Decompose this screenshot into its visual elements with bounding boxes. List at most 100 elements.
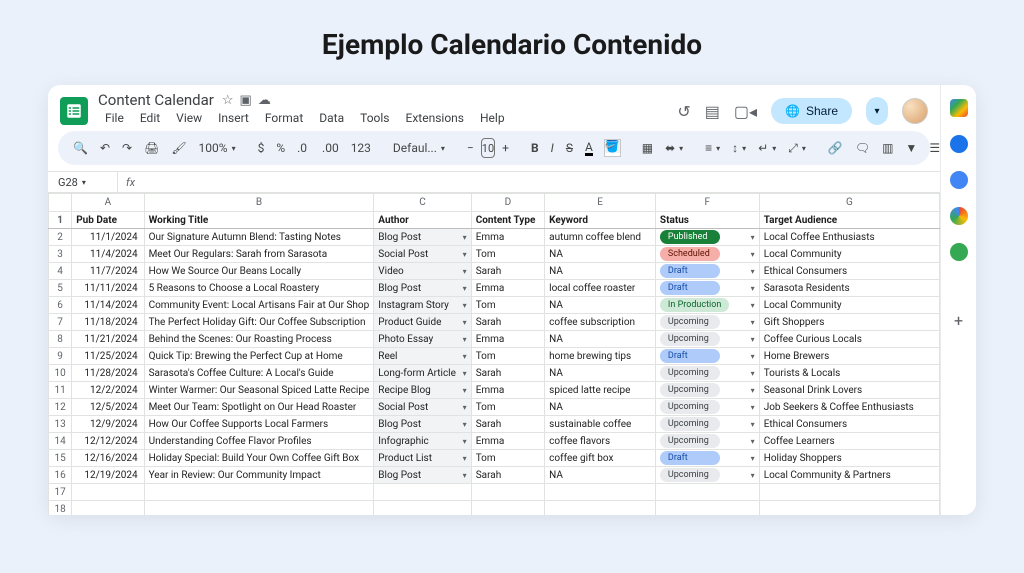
meet-icon[interactable]: ▢◂ <box>734 102 757 121</box>
menu-data[interactable]: Data <box>312 109 351 127</box>
maps-addon-icon[interactable] <box>950 243 968 261</box>
cell-title[interactable]: Holiday Special: Build Your Own Coffee G… <box>144 450 374 467</box>
cell-title[interactable]: The Perfect Holiday Gift: Our Coffee Sub… <box>144 314 374 331</box>
cell-status-dropdown[interactable]: Upcoming <box>655 399 759 416</box>
cell-status-dropdown[interactable]: Scheduled <box>655 246 759 263</box>
row-header[interactable]: 9 <box>49 348 72 365</box>
cell-content-type[interactable]: Sarah <box>471 416 544 433</box>
name-box[interactable]: G28 ▾ <box>48 172 118 192</box>
cell-status-dropdown[interactable]: Upcoming <box>655 331 759 348</box>
cell-pubdate[interactable]: 11/14/2024 <box>72 297 144 314</box>
cell-status-dropdown[interactable]: Upcoming <box>655 467 759 484</box>
undo-icon[interactable]: ↶ <box>95 137 115 159</box>
header-cell-b[interactable]: Working Title <box>144 212 374 229</box>
cell-pubdate[interactable]: 12/2/2024 <box>72 382 144 399</box>
cell-author-dropdown[interactable]: Long-form Article <box>374 365 471 382</box>
cell-content-type[interactable]: Sarah <box>471 263 544 280</box>
merge-icon[interactable]: ⬌ <box>660 137 688 159</box>
cell-author-dropdown[interactable]: Instagram Story <box>374 297 471 314</box>
row-header[interactable]: 13 <box>49 416 72 433</box>
row-header[interactable]: 5 <box>49 280 72 297</box>
fill-color-icon[interactable]: 🪣 <box>600 136 625 160</box>
empty-cell[interactable] <box>471 501 544 516</box>
cell-content-type[interactable]: Tom <box>471 399 544 416</box>
cell-content-type[interactable]: Tom <box>471 348 544 365</box>
cell-keyword[interactable]: local coffee roaster <box>545 280 656 297</box>
cell-status-dropdown[interactable]: Draft <box>655 348 759 365</box>
move-icon[interactable]: ▣ <box>240 93 252 108</box>
chart-icon[interactable]: ▥ <box>877 137 898 159</box>
increase-fontsize-icon[interactable]: + <box>497 137 514 159</box>
increase-decimal-icon[interactable]: .00 <box>317 137 344 159</box>
cell-status-dropdown[interactable]: Draft <box>655 280 759 297</box>
cell-pubdate[interactable]: 11/7/2024 <box>72 263 144 280</box>
cell-keyword[interactable]: NA <box>545 467 656 484</box>
cell-keyword[interactable]: NA <box>545 365 656 382</box>
empty-cell[interactable] <box>374 484 471 501</box>
cell-title[interactable]: Year in Review: Our Community Impact <box>144 467 374 484</box>
cell-pubdate[interactable]: 11/25/2024 <box>72 348 144 365</box>
cell-author-dropdown[interactable]: Reel <box>374 348 471 365</box>
cell-audience[interactable]: Holiday Shoppers <box>759 450 939 467</box>
header-cell-c[interactable]: Author <box>374 212 471 229</box>
cell-keyword[interactable]: coffee subscription <box>545 314 656 331</box>
cell-pubdate[interactable]: 11/1/2024 <box>72 229 144 246</box>
cell-audience[interactable]: Local Coffee Enthusiasts <box>759 229 939 246</box>
currency-icon[interactable]: $ <box>253 137 270 159</box>
cell-pubdate[interactable]: 11/21/2024 <box>72 331 144 348</box>
cell-content-type[interactable]: Sarah <box>471 467 544 484</box>
formula-input[interactable] <box>143 172 940 192</box>
contacts-addon-icon[interactable] <box>950 207 968 225</box>
cell-audience[interactable]: Home Brewers <box>759 348 939 365</box>
print-icon[interactable]: 🖨 <box>139 137 164 159</box>
sheets-app-icon[interactable] <box>60 97 88 125</box>
link-icon[interactable]: 🔗 <box>823 137 848 159</box>
cell-title[interactable]: Meet Our Team: Spotlight on Our Head Roa… <box>144 399 374 416</box>
cell-keyword[interactable]: sustainable coffee <box>545 416 656 433</box>
cell-title[interactable]: Understanding Coffee Flavor Profiles <box>144 433 374 450</box>
row-header[interactable]: 12 <box>49 399 72 416</box>
menu-tools[interactable]: Tools <box>353 109 396 127</box>
strikethrough-icon[interactable]: S <box>561 137 578 159</box>
empty-cell[interactable] <box>655 501 759 516</box>
cell-audience[interactable]: Gift Shoppers <box>759 314 939 331</box>
cell-audience[interactable]: Ethical Consumers <box>759 416 939 433</box>
menu-insert[interactable]: Insert <box>211 109 256 127</box>
borders-icon[interactable]: ▦ <box>637 137 658 159</box>
column-header-G[interactable]: G <box>759 194 939 212</box>
wrap-icon[interactable]: ↵ <box>753 137 781 159</box>
cell-pubdate[interactable]: 12/9/2024 <box>72 416 144 433</box>
cell-keyword[interactable]: autumn coffee blend <box>545 229 656 246</box>
row-header[interactable]: 4 <box>49 263 72 280</box>
font-dropdown[interactable]: Defaul... <box>388 137 450 159</box>
cell-status-dropdown[interactable]: Upcoming <box>655 433 759 450</box>
cell-title[interactable]: 5 Reasons to Choose a Local Roastery <box>144 280 374 297</box>
account-avatar[interactable] <box>902 98 928 124</box>
cell-keyword[interactable]: coffee flavors <box>545 433 656 450</box>
cell-title[interactable]: Meet Our Regulars: Sarah from Sarasota <box>144 246 374 263</box>
menu-file[interactable]: File <box>98 109 131 127</box>
cell-content-type[interactable]: Tom <box>471 246 544 263</box>
empty-cell[interactable] <box>144 484 374 501</box>
empty-cell[interactable] <box>144 501 374 516</box>
cell-audience[interactable]: Tourists & Locals <box>759 365 939 382</box>
cell-author-dropdown[interactable]: Video <box>374 263 471 280</box>
valign-icon[interactable]: ↕ <box>727 137 751 159</box>
column-header-E[interactable]: E <box>545 194 656 212</box>
cell-content-type[interactable]: Emma <box>471 433 544 450</box>
star-icon[interactable]: ☆ <box>222 93 234 108</box>
history-icon[interactable]: ↺ <box>677 102 690 121</box>
header-cell-f[interactable]: Status <box>655 212 759 229</box>
cell-author-dropdown[interactable]: Blog Post <box>374 467 471 484</box>
document-title[interactable]: Content Calendar <box>98 91 214 109</box>
cell-content-type[interactable]: Tom <box>471 450 544 467</box>
cell-status-dropdown[interactable]: Draft <box>655 263 759 280</box>
italic-icon[interactable]: I <box>546 137 559 159</box>
cell-author-dropdown[interactable]: Infographic <box>374 433 471 450</box>
rotate-icon[interactable]: ⤢ <box>783 137 811 160</box>
row-header[interactable]: 1 <box>49 212 72 229</box>
header-cell-a[interactable]: Pub Date <box>72 212 144 229</box>
cell-content-type[interactable]: Sarah <box>471 365 544 382</box>
cell-author-dropdown[interactable]: Photo Essay <box>374 331 471 348</box>
row-header[interactable]: 16 <box>49 467 72 484</box>
